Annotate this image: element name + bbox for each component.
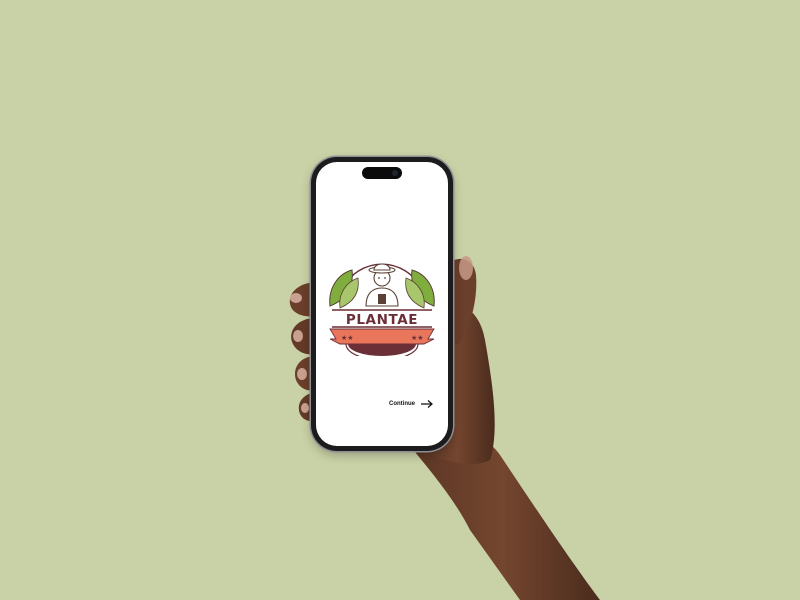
star-icon: ★★ xyxy=(341,334,354,342)
continue-button[interactable]: Continue xyxy=(389,399,434,409)
brand-name: PLANTAE xyxy=(346,312,418,328)
dynamic-island xyxy=(362,167,402,179)
star-icon: ★★ xyxy=(411,334,424,342)
arrow-right-icon xyxy=(421,400,433,408)
camera-lens-icon xyxy=(392,170,398,176)
scene-background: PLANTAE ★★ ★★ Continue xyxy=(0,0,800,600)
phone-screen: PLANTAE ★★ ★★ Continue xyxy=(316,162,448,446)
continue-label: Continue xyxy=(389,401,415,407)
phone-frame: PLANTAE ★★ ★★ Continue xyxy=(311,157,453,451)
gardener-emblem-icon: PLANTAE ★★ ★★ xyxy=(329,263,435,356)
